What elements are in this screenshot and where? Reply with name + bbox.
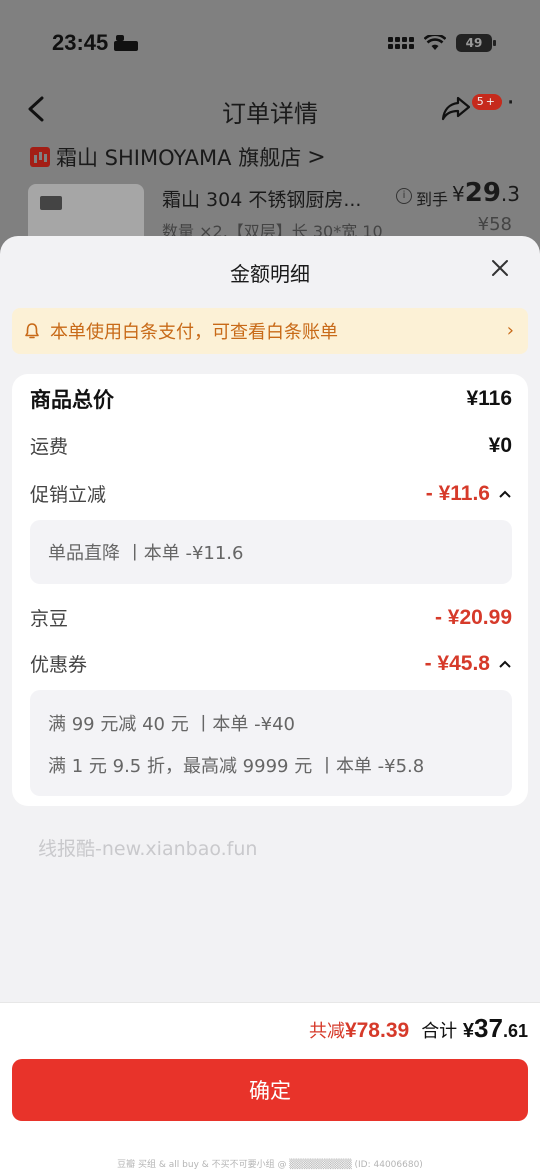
status-time: 23:45 [52, 30, 139, 56]
row-label: 商品总价 [30, 388, 114, 412]
battery-icon: 49 [456, 34, 496, 52]
final-price: ¥29.3 [452, 178, 521, 208]
cellular-signal-icon [388, 37, 414, 49]
row-label: 促销立减 [30, 484, 107, 506]
price-label: 到手 [416, 190, 449, 209]
coupon-detail-line: 满 1 元 9.5 折，最高减 9999 元 丨本单 -¥5.8 [48, 756, 425, 777]
coupon-detail: 满 99 元减 40 元 丨本单 -¥40 满 1 元 9.5 折，最高减 99… [30, 690, 512, 796]
amount-card: 商品总价 ¥116 运费 ¥0 促销立减 - ¥11.6 单品直降 丨本单 -¥… [12, 374, 528, 806]
bell-icon [25, 323, 39, 339]
sheet-footer: 共减¥78.39 合计 ¥37.61 确定 豆瓣 买组 & all buy & … [0, 1002, 540, 1174]
grand-total: 合计 ¥37.61 [421, 1013, 528, 1043]
status-bar: 23:45 49 [0, 0, 540, 90]
system-icons: 49 [388, 34, 496, 52]
store-logo-icon [30, 147, 50, 167]
row-coupon[interactable]: 优惠券 - ¥45.8 [30, 650, 512, 677]
chevron-right-icon: > [307, 144, 326, 170]
row-value: ¥116 [466, 387, 512, 410]
battery-level: 49 [465, 36, 483, 50]
row-label: 优惠券 [30, 654, 88, 676]
amount-detail-sheet: 金额明细 本单使用白条支付，可查看白条账单 › 商品总价 ¥116 运费 ¥0 … [0, 236, 540, 1174]
sleep-mode-icon [114, 35, 139, 51]
nav-bar: 订单详情 ··· 5+ [0, 88, 540, 132]
sheet-title: 金额明细 [230, 262, 310, 286]
share-icon[interactable] [440, 94, 472, 122]
row-jingdou: 京豆 - ¥20.99 [30, 604, 512, 631]
row-shipping: 运费 ¥0 [30, 432, 512, 459]
row-subtotal: 商品总价 ¥116 [30, 384, 512, 414]
row-value: - ¥11.6 [425, 481, 490, 505]
row-value: - ¥20.99 [434, 605, 512, 629]
promotion-detail: 单品直降 丨本单 -¥11.6 [30, 520, 512, 584]
promotion-detail-line: 单品直降 丨本单 -¥11.6 [48, 543, 244, 564]
chevron-up-icon[interactable] [498, 659, 512, 669]
row-label: 运费 [30, 436, 69, 458]
close-icon[interactable] [490, 258, 510, 278]
coupon-detail-line: 满 99 元减 40 元 丨本单 -¥40 [48, 714, 295, 735]
row-promotion[interactable]: 促销立减 - ¥11.6 [30, 480, 512, 507]
info-icon[interactable]: i [396, 188, 412, 204]
more-menu-icon[interactable]: ··· 5+ [471, 90, 518, 120]
confirm-button[interactable]: 确定 [12, 1059, 528, 1121]
background-page: 23:45 49 订单详情 ··· 5+ [0, 0, 540, 260]
row-value: - ¥45.8 [424, 651, 490, 675]
row-value: ¥0 [488, 433, 512, 457]
product-name[interactable]: 霜山 304 不锈钢厨房... [162, 185, 361, 212]
totals-row: 共减¥78.39 合计 ¥37.61 [309, 1013, 528, 1044]
chevron-up-icon[interactable] [498, 489, 512, 499]
clock-text: 23:45 [52, 30, 109, 55]
wifi-icon [424, 35, 446, 50]
baitiao-notice[interactable]: 本单使用白条支付，可查看白条账单 › [12, 308, 528, 354]
total-reduction: 共减¥78.39 [308, 1019, 410, 1042]
row-label: 京豆 [30, 608, 69, 630]
notification-badge: 5+ [471, 94, 502, 110]
notice-text: 本单使用白条支付，可查看白条账单 [50, 322, 338, 343]
original-price: ¥58 [477, 214, 512, 235]
source-credit: 豆瓣 买组 & all buy & 不买不可要小组 @ ▒▒▒▒▒▒▒▒▒ (I… [117, 1160, 423, 1170]
store-name: 霜山 SHIMOYAMA 旗舰店 [56, 146, 302, 170]
store-link[interactable]: 霜山 SHIMOYAMA 旗舰店 > [30, 142, 326, 172]
watermark-text: 线报酷-new.xianbao.fun [38, 838, 258, 860]
chevron-right-icon: › [506, 320, 514, 341]
